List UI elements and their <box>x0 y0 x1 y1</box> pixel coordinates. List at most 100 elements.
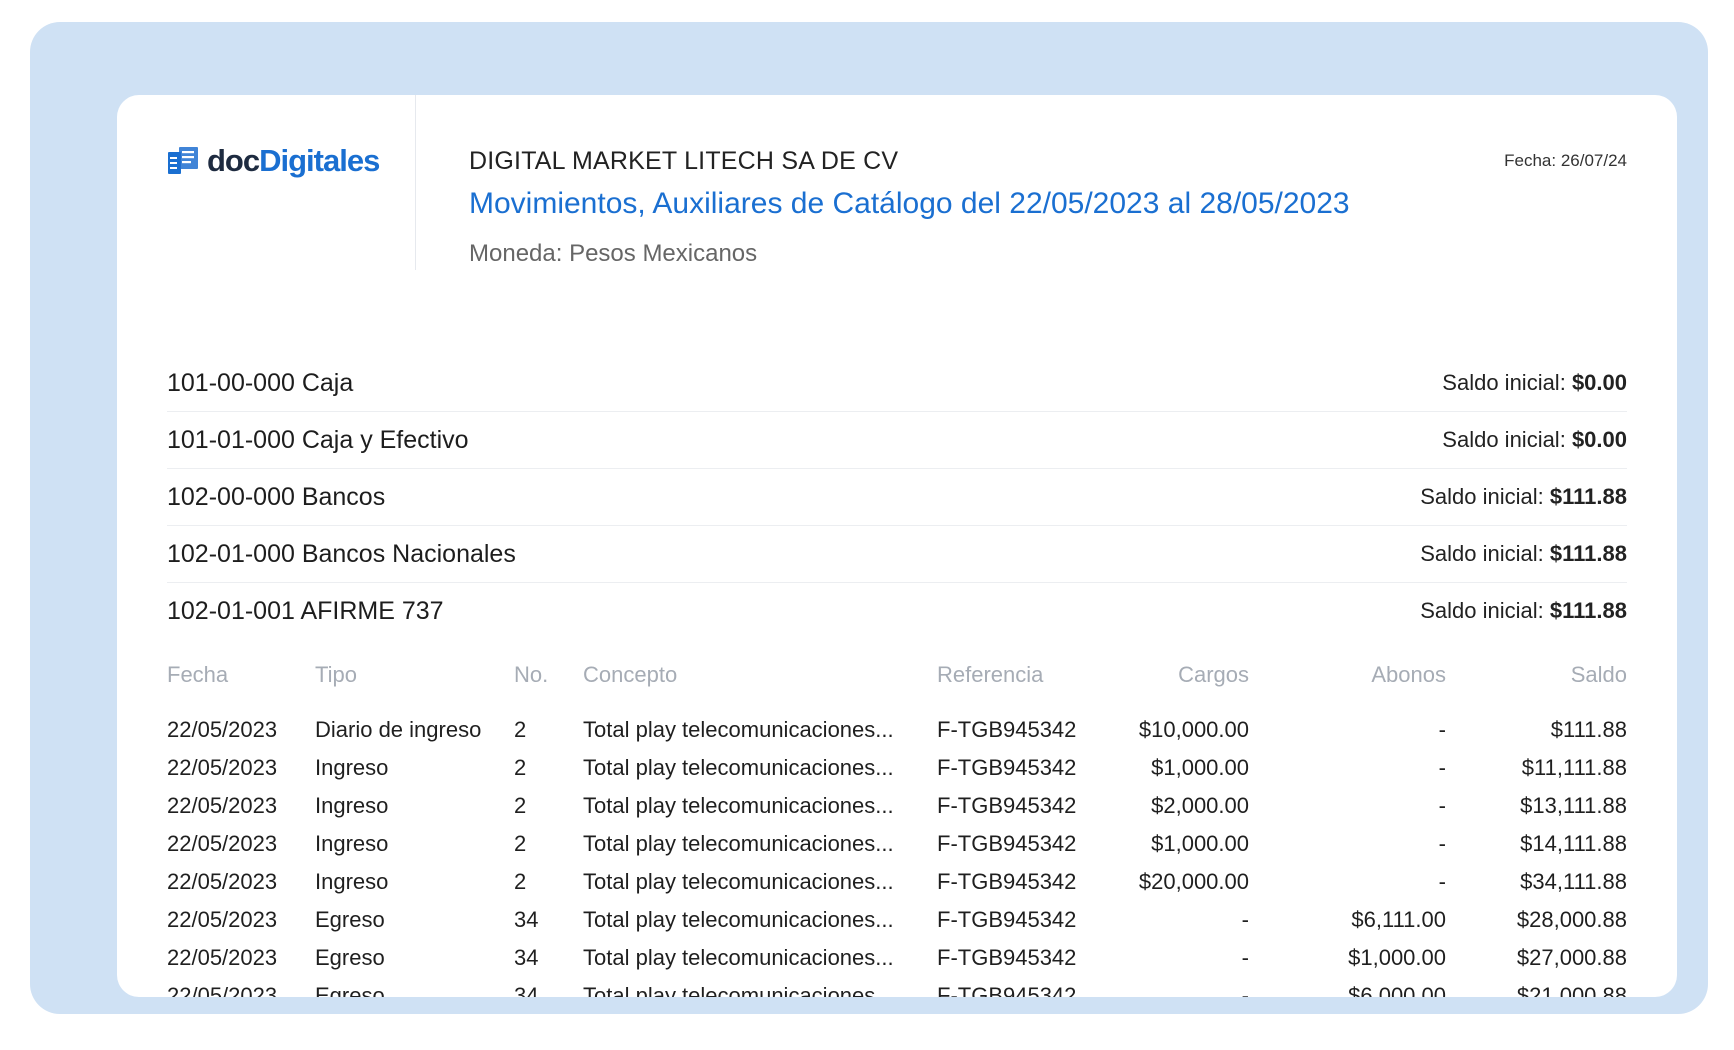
cell-saldo: $14,111.88 <box>1520 831 1627 856</box>
account-name: 101-01-000 Caja y Efectivo <box>167 425 469 454</box>
background-frame: docDigitales DIGITAL MARKET LITECH SA DE… <box>30 22 1708 1014</box>
cell-concepto: Total play telecomunicaciones... <box>583 869 894 894</box>
cell-tipo: Ingreso <box>315 869 389 894</box>
cell-no: 2 <box>514 717 527 742</box>
cell-fecha: 22/05/2023 <box>167 755 278 780</box>
initial-balance: Saldo inicial: $111.88 <box>1420 598 1627 624</box>
cell-concepto: Total play telecomunicaciones... <box>583 831 894 856</box>
cell-cargos: $20,000.00 <box>1138 869 1249 894</box>
cell-tipo: Ingreso <box>315 793 389 818</box>
cell-saldo: $28,000.88 <box>1516 907 1627 932</box>
cell-referencia: F-TGB945342 <box>937 793 1077 818</box>
cell-referencia: F-TGB945342 <box>937 945 1077 970</box>
account-name: 102-01-000 Bancos Nacionales <box>167 539 516 568</box>
cell-abonos: - <box>1438 717 1446 742</box>
logo-text-doc: doc <box>207 143 260 178</box>
cell-cargos: - <box>1241 945 1249 970</box>
cell-cargos: $10,000.00 <box>1138 717 1249 742</box>
cell-referencia: F-TGB945342 <box>937 907 1077 932</box>
column-header-concepto: Concepto <box>583 662 678 687</box>
account-row: 101-01-000 Caja y Efectivo Saldo inicial… <box>167 412 1627 469</box>
header-divider <box>415 95 416 270</box>
cell-fecha: 22/05/2023 <box>167 869 278 894</box>
cell-fecha: 22/05/2023 <box>167 983 278 997</box>
account-row: 102-01-000 Bancos Nacionales Saldo inici… <box>167 526 1627 583</box>
account-name: 102-00-000 Bancos <box>167 482 386 511</box>
cell-tipo: Ingreso <box>315 755 389 780</box>
cell-abonos: - <box>1438 831 1446 856</box>
initial-balance-label: Saldo inicial: <box>1420 541 1544 566</box>
cell-tipo: Egreso <box>315 983 385 997</box>
movements-table: Fecha Tipo No. Concepto Referencia Cargo… <box>167 655 1627 997</box>
initial-balance-value: $111.88 <box>1549 598 1627 623</box>
cell-concepto: Total play telecomunicaciones... <box>583 793 894 818</box>
cell-concepto: Total play telecomunicaciones... <box>583 755 894 780</box>
report-card: docDigitales DIGITAL MARKET LITECH SA DE… <box>117 95 1677 997</box>
cell-abonos: $1,000.00 <box>1348 945 1446 970</box>
column-header-referencia: Referencia <box>937 662 1044 687</box>
account-name: 102-01-001 AFIRME 737 <box>167 596 444 625</box>
cell-saldo: $11,111.88 <box>1521 755 1627 780</box>
cell-tipo: Diario de ingreso <box>315 717 482 742</box>
cell-no: 2 <box>514 869 527 894</box>
cell-referencia: F-TGB945342 <box>937 831 1077 856</box>
document-icon <box>168 146 198 174</box>
cell-abonos: - <box>1438 869 1446 894</box>
cell-concepto: Total play telecomunicaciones... <box>583 983 894 997</box>
cell-fecha: 22/05/2023 <box>167 793 278 818</box>
initial-balance-value: $0.00 <box>1571 427 1627 452</box>
cell-abonos: - <box>1438 793 1446 818</box>
cell-saldo: $13,111.88 <box>1520 793 1627 818</box>
account-row: 102-00-000 Bancos Saldo inicial: $111.88 <box>167 469 1627 526</box>
cell-abonos: - <box>1438 755 1446 780</box>
cell-concepto: Total play telecomunicaciones... <box>583 945 894 970</box>
initial-balance-label: Saldo inicial: <box>1442 370 1566 395</box>
account-row: 102-01-001 AFIRME 737 Saldo inicial: $11… <box>167 583 1627 639</box>
table-body: 22/05/2023 Diario de ingreso 2 Total play t… <box>167 711 1627 997</box>
table-row: 22/05/2023 Ingreso 2 Total play telecomunic… <box>167 749 1627 787</box>
cell-saldo: $111.88 <box>1550 717 1627 742</box>
column-header-cargos: Cargos <box>1178 662 1249 687</box>
cell-cargos: $1,000.00 <box>1151 755 1249 780</box>
cell-no: 34 <box>514 945 539 970</box>
cell-referencia: F-TGB945342 <box>937 869 1077 894</box>
cell-cargos: - <box>1241 907 1249 932</box>
account-row: 101-00-000 Caja Saldo inicial: $0.00 <box>167 355 1627 412</box>
cell-saldo: $34,111.88 <box>1520 869 1627 894</box>
table-row: 22/05/2023 Egreso 34 Total play telecomunic… <box>167 901 1627 939</box>
cell-concepto: Total play telecomunicaciones... <box>583 717 894 742</box>
column-header-no: No. <box>514 662 549 687</box>
cell-no: 2 <box>514 755 527 780</box>
cell-cargos: $1,000.00 <box>1151 831 1249 856</box>
table-row: 22/05/2023 Ingreso 2 Total play telecomunic… <box>167 825 1627 863</box>
cell-referencia: F-TGB945342 <box>937 717 1077 742</box>
accounts-list: 101-00-000 Caja Saldo inicial: $0.00 101… <box>167 355 1627 639</box>
report-date: Fecha: 26/07/24 <box>1504 151 1627 170</box>
table-header: Fecha Tipo No. Concepto Referencia Cargo… <box>167 655 1627 695</box>
logo: docDigitales <box>167 143 380 178</box>
report-title: Movimientos, Auxiliares de Catálogo del … <box>469 187 1350 220</box>
cell-no: 34 <box>514 983 539 997</box>
initial-balance: Saldo inicial: $111.88 <box>1420 484 1627 510</box>
cell-saldo: $21,000.88 <box>1516 983 1627 997</box>
table-row: 22/05/2023 Ingreso 2 Total play telecomunic… <box>167 787 1627 825</box>
cell-referencia: F-TGB945342 <box>937 983 1077 997</box>
cell-abonos: $6,000.00 <box>1348 983 1446 997</box>
logo-text: docDigitales <box>207 143 380 178</box>
column-header-saldo: Saldo <box>1570 662 1627 687</box>
initial-balance: Saldo inicial: $0.00 <box>1442 370 1627 396</box>
currency-label: Moneda: Pesos Mexicanos <box>469 240 758 267</box>
cell-tipo: Ingreso <box>315 831 389 856</box>
cell-no: 2 <box>514 831 527 856</box>
cell-no: 2 <box>514 793 527 818</box>
initial-balance: Saldo inicial: $0.00 <box>1442 427 1627 453</box>
cell-fecha: 22/05/2023 <box>167 907 278 932</box>
cell-saldo: $27,000.88 <box>1516 945 1627 970</box>
initial-balance-label: Saldo inicial: <box>1420 598 1544 623</box>
cell-abonos: $6,111.00 <box>1351 907 1446 932</box>
initial-balance-label: Saldo inicial: <box>1420 484 1544 509</box>
cell-fecha: 22/05/2023 <box>167 717 278 742</box>
cell-cargos: $2,000.00 <box>1151 793 1249 818</box>
column-header-fecha: Fecha <box>167 662 229 687</box>
cell-concepto: Total play telecomunicaciones... <box>583 907 894 932</box>
